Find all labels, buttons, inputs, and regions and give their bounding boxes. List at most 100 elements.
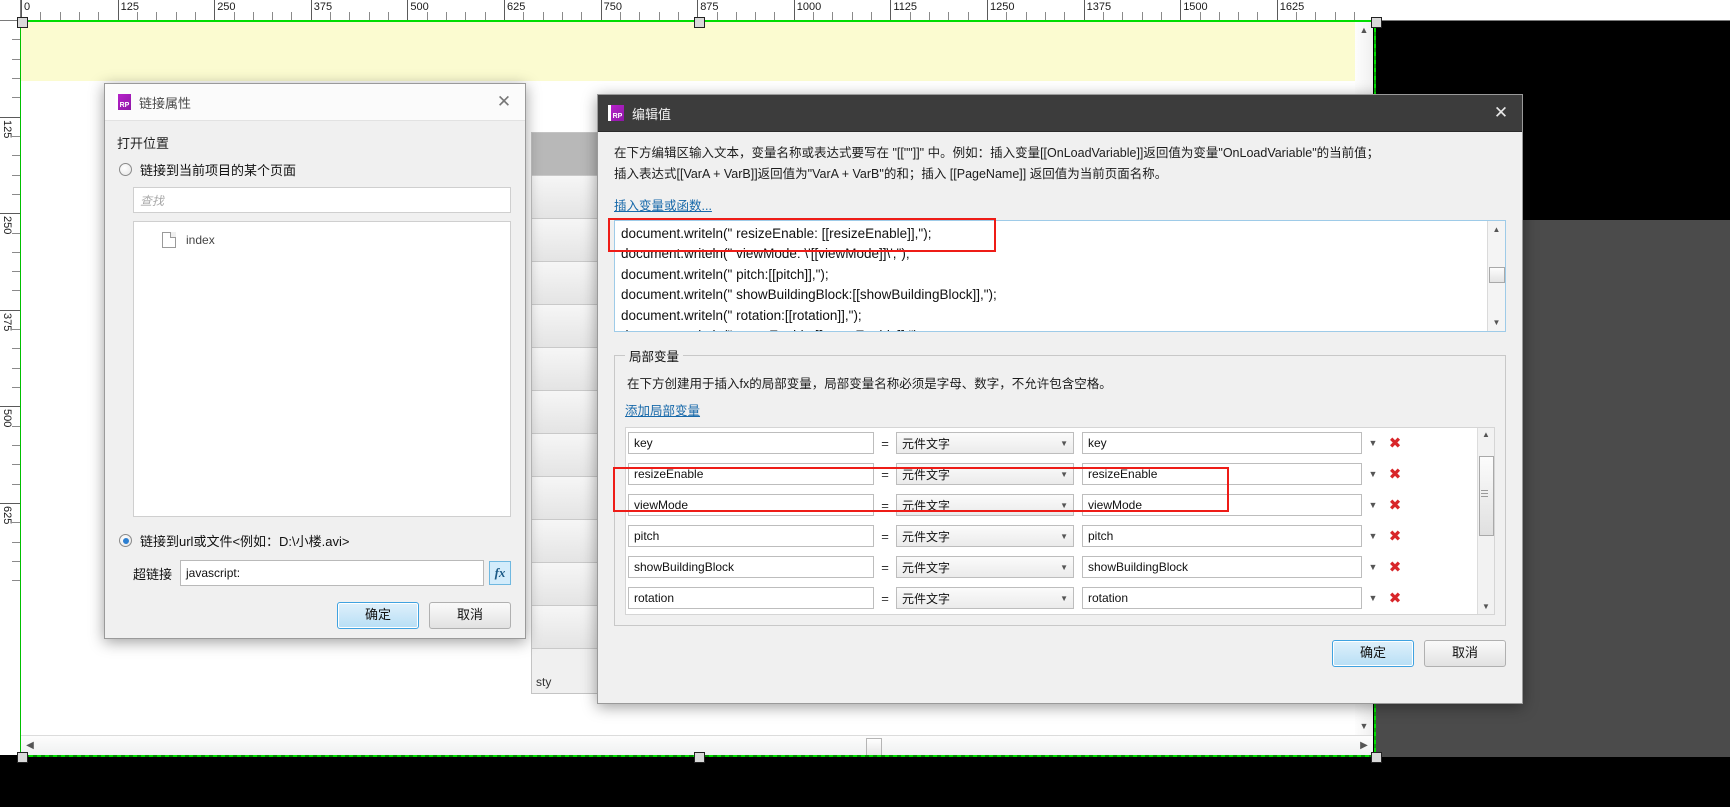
radio-link-to-page[interactable]: 链接到当前项目的某个页面 <box>119 160 525 179</box>
scroll-down-icon[interactable]: ▼ <box>1481 602 1491 612</box>
scroll-up-icon[interactable]: ▲ <box>1358 24 1370 36</box>
code-editor-scrollbar[interactable]: ▲ ▼ <box>1487 220 1505 331</box>
selection-handle[interactable] <box>1371 17 1382 28</box>
variable-value-input[interactable]: pitch <box>1082 525 1362 548</box>
delete-icon[interactable]: ✖ <box>1384 589 1406 607</box>
cancel-button[interactable]: 取消 <box>1424 639 1506 667</box>
ruler-tick <box>117 0 119 20</box>
variable-value-input[interactable]: showBuildingBlock <box>1082 556 1362 579</box>
chevron-down-icon[interactable]: ▼ <box>1060 594 1068 603</box>
ruler-minor-tick <box>735 12 737 20</box>
code-line[interactable]: document.writeln(" zoomEnable:[[zoomEnab… <box>621 326 1483 331</box>
link-dialog-titlebar[interactable]: RP 链接属性 ✕ <box>105 84 525 121</box>
code-line[interactable]: document.writeln(" showBuildingBlock:[[s… <box>621 285 1483 306</box>
variable-value-input[interactable]: key <box>1082 432 1362 455</box>
fx-button[interactable]: fx <box>489 561 511 585</box>
code-scroll-thumb[interactable] <box>1489 266 1505 283</box>
variables-scroll-thumb[interactable] <box>1479 455 1494 536</box>
chevron-down-icon[interactable]: ▼ <box>1362 469 1384 479</box>
ruler-minor-tick <box>523 12 525 20</box>
variable-type-select[interactable]: 元件文字 ▼ <box>896 587 1074 610</box>
ruler-minor-tick <box>1238 12 1240 20</box>
scroll-down-icon[interactable]: ▼ <box>1358 720 1370 732</box>
selection-handle[interactable] <box>17 752 28 763</box>
ruler-minor-tick <box>12 580 20 582</box>
variable-type-select[interactable]: 元件文字 ▼ <box>896 525 1074 548</box>
variables-scrollbar[interactable]: ▲ ▼ <box>1477 427 1494 614</box>
chevron-down-icon[interactable]: ▼ <box>1060 439 1068 448</box>
ok-button[interactable]: 确定 <box>337 602 419 629</box>
scroll-down-icon[interactable]: ▼ <box>1491 317 1502 328</box>
selection-handle[interactable] <box>17 17 28 28</box>
equals-label: = <box>881 528 889 544</box>
variable-row[interactable]: rotation = 元件文字 ▼ rotation ▼ ✖ <box>626 583 1477 614</box>
radio-page-icon[interactable] <box>119 163 132 176</box>
radio-link-to-url[interactable]: 链接到url或文件<例如：D:\小楼.avi> <box>119 531 525 550</box>
close-icon[interactable]: ✕ <box>1488 100 1514 126</box>
ruler-tick-label: 1625 <box>1279 1 1305 13</box>
variable-name-input[interactable]: showBuildingBlock <box>628 556 874 579</box>
variable-name-input[interactable]: key <box>628 432 874 455</box>
ruler-minor-tick <box>388 12 390 20</box>
variable-row[interactable]: showBuildingBlock = 元件文字 ▼ showBuildingBlock… <box>626 552 1477 583</box>
add-local-variable-link[interactable]: 添加局部变量 <box>625 400 700 419</box>
chevron-down-icon[interactable]: ▼ <box>1362 593 1384 603</box>
chevron-down-icon[interactable]: ▼ <box>1362 531 1384 541</box>
variable-name-input[interactable]: viewMode <box>628 494 874 517</box>
chevron-down-icon[interactable]: ▼ <box>1060 532 1068 541</box>
delete-icon[interactable]: ✖ <box>1384 496 1406 514</box>
code-line[interactable]: document.writeln(" rotation:[[rotation]]… <box>621 306 1483 327</box>
scroll-left-icon[interactable]: ◀ <box>23 739 37 753</box>
variable-value-input[interactable]: viewMode <box>1082 494 1362 517</box>
variable-row[interactable]: pitch = 元件文字 ▼ pitch ▼ ✖ <box>626 521 1477 552</box>
code-line[interactable]: document.writeln(" resizeEnable: [[resiz… <box>621 224 1483 245</box>
horizontal-ruler[interactable]: 0 125 250 375 500 625 750 875 1000 1125 1250 1375 15… <box>0 0 1730 21</box>
selection-handle[interactable] <box>694 17 705 28</box>
delete-icon[interactable]: ✖ <box>1384 465 1406 483</box>
code-line[interactable]: document.writeln(" viewMode: \'[[viewMod… <box>621 244 1483 265</box>
selection-handle[interactable] <box>1371 752 1382 763</box>
variable-row[interactable]: viewMode = 元件文字 ▼ viewMode ▼ ✖ <box>626 490 1477 521</box>
cancel-button[interactable]: 取消 <box>429 602 511 629</box>
code-editor[interactable]: document.writeln(" resizeEnable: [[resiz… <box>614 219 1506 332</box>
variable-type-select[interactable]: 元件文字 ▼ <box>896 556 1074 579</box>
delete-icon[interactable]: ✖ <box>1384 527 1406 545</box>
tree-item-index[interactable]: index <box>134 230 510 250</box>
variable-row[interactable]: key = 元件文字 ▼ key ▼ ✖ <box>626 428 1477 459</box>
hscroll-thumb[interactable] <box>866 738 882 756</box>
scroll-right-icon[interactable]: ▶ <box>1357 739 1371 753</box>
chevron-down-icon[interactable]: ▼ <box>1060 470 1068 479</box>
chevron-down-icon[interactable]: ▼ <box>1362 562 1384 572</box>
variable-row[interactable]: resizeEnable = 元件文字 ▼ resizeEnable ▼ ✖ <box>626 459 1477 490</box>
chevron-down-icon[interactable]: ▼ <box>1362 438 1384 448</box>
page-search-input[interactable]: 查找 <box>133 187 511 213</box>
variable-type-select[interactable]: 元件文字 ▼ <box>896 463 1074 486</box>
selection-handle[interactable] <box>694 752 705 763</box>
radio-url-icon[interactable] <box>119 534 132 547</box>
delete-icon[interactable]: ✖ <box>1384 558 1406 576</box>
chevron-down-icon[interactable]: ▼ <box>1060 563 1068 572</box>
variable-type-select[interactable]: 元件文字 ▼ <box>896 432 1074 455</box>
insert-variable-or-function-link[interactable]: 插入变量或函数... <box>614 195 712 214</box>
chevron-down-icon[interactable]: ▼ <box>1362 500 1384 510</box>
page-tree[interactable]: index <box>133 221 511 517</box>
local-variables-table[interactable]: key = 元件文字 ▼ key ▼ ✖ resizeEnable = 元件文字 ▼ resizeEn… <box>625 426 1495 615</box>
edit-dialog-titlebar[interactable]: RP 编辑值 ✕ <box>598 95 1522 132</box>
vertical-ruler[interactable]: 125 250 375 500 625 <box>0 20 21 755</box>
delete-icon[interactable]: ✖ <box>1384 434 1406 452</box>
variable-type-select[interactable]: 元件文字 ▼ <box>896 494 1074 517</box>
scroll-up-icon[interactable]: ▲ <box>1481 430 1491 440</box>
hyperlink-input[interactable]: javascript: <box>180 560 484 586</box>
code-line[interactable]: document.writeln(" pitch:[[pitch]],"); <box>621 265 1483 286</box>
ok-button[interactable]: 确定 <box>1332 639 1414 667</box>
variable-name-input[interactable]: pitch <box>628 525 874 548</box>
local-variables-group: 局部变量 在下方创建用于插入fx的局部变量，局部变量名称必须是字母、数字，不允许… <box>614 345 1506 626</box>
variable-name-input[interactable]: rotation <box>628 587 874 610</box>
close-icon[interactable]: ✕ <box>491 89 517 115</box>
variable-value-input[interactable]: rotation <box>1082 587 1362 610</box>
variable-value-input[interactable]: resizeEnable <box>1082 463 1362 486</box>
scroll-up-icon[interactable]: ▲ <box>1491 224 1502 235</box>
chevron-down-icon[interactable]: ▼ <box>1060 501 1068 510</box>
code-editor-content[interactable]: document.writeln(" resizeEnable: [[resiz… <box>621 224 1483 331</box>
variable-name-input[interactable]: resizeEnable <box>628 463 874 486</box>
